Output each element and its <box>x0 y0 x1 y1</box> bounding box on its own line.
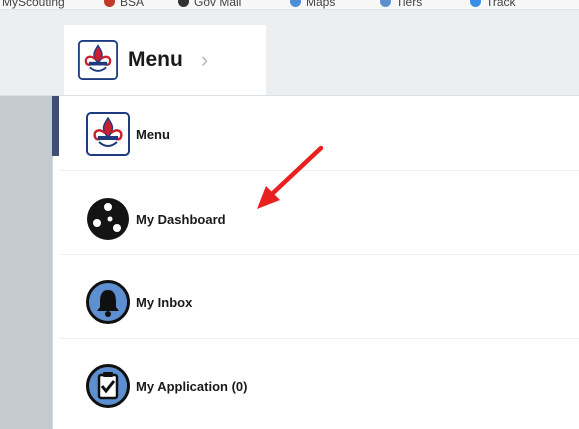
clipboard-check-icon <box>86 364 130 408</box>
menu-tab[interactable]: Menu › <box>64 25 266 95</box>
menu-tab-label: Menu <box>128 48 183 71</box>
bookmark-myscouting[interactable]: MyScouting <box>2 0 65 9</box>
bookmarks-bar: MyScouting BSA Gov Mail Maps Tiers Track <box>0 0 579 10</box>
divider <box>60 254 579 255</box>
nav-item-my-application[interactable]: My Application (0) <box>86 364 247 408</box>
link-icon <box>380 0 391 7</box>
bookmark-label: Tiers <box>396 0 423 9</box>
bsa-emblem-icon <box>86 112 130 156</box>
nav-item-menu[interactable]: Menu <box>86 112 170 156</box>
chevron-right-icon: › <box>200 47 209 72</box>
bookmark-label: BSA <box>120 0 145 9</box>
map-icon <box>290 0 301 7</box>
bsa-emblem-icon <box>78 40 118 80</box>
nav-item-label: My Dashboard <box>136 211 226 227</box>
dashboard-icon <box>87 198 129 240</box>
bookmark-maps[interactable]: Maps <box>290 0 335 9</box>
nav-item-my-inbox[interactable]: My Inbox <box>86 280 192 324</box>
bookmark-label: Gov Mail <box>194 0 242 9</box>
bookmark-label: Maps <box>306 0 336 9</box>
divider <box>60 338 579 339</box>
bookmark-tiers[interactable]: Tiers <box>380 0 422 9</box>
top-bar: Menu › <box>0 10 579 96</box>
nav-item-label: Menu <box>136 126 170 142</box>
left-strip <box>0 96 52 429</box>
bookmark-gov-mail[interactable]: Gov Mail <box>178 0 241 9</box>
bookmark-track[interactable]: Track <box>470 0 516 9</box>
nav-item-label: My Inbox <box>136 294 193 310</box>
bookmark-label: MyScouting <box>2 0 65 9</box>
bookmark-label: Track <box>486 0 516 9</box>
bookmark-bsa[interactable]: BSA <box>104 0 144 9</box>
fleur-de-lis-icon <box>104 0 115 7</box>
gear-icon <box>178 0 189 7</box>
active-indicator <box>52 96 59 156</box>
star-icon <box>470 0 481 7</box>
nav-item-label: My Application (0) <box>136 378 248 394</box>
nav-item-my-dashboard[interactable]: My Dashboard <box>86 197 226 241</box>
annotation-arrow <box>257 145 324 209</box>
bell-icon <box>86 280 130 324</box>
